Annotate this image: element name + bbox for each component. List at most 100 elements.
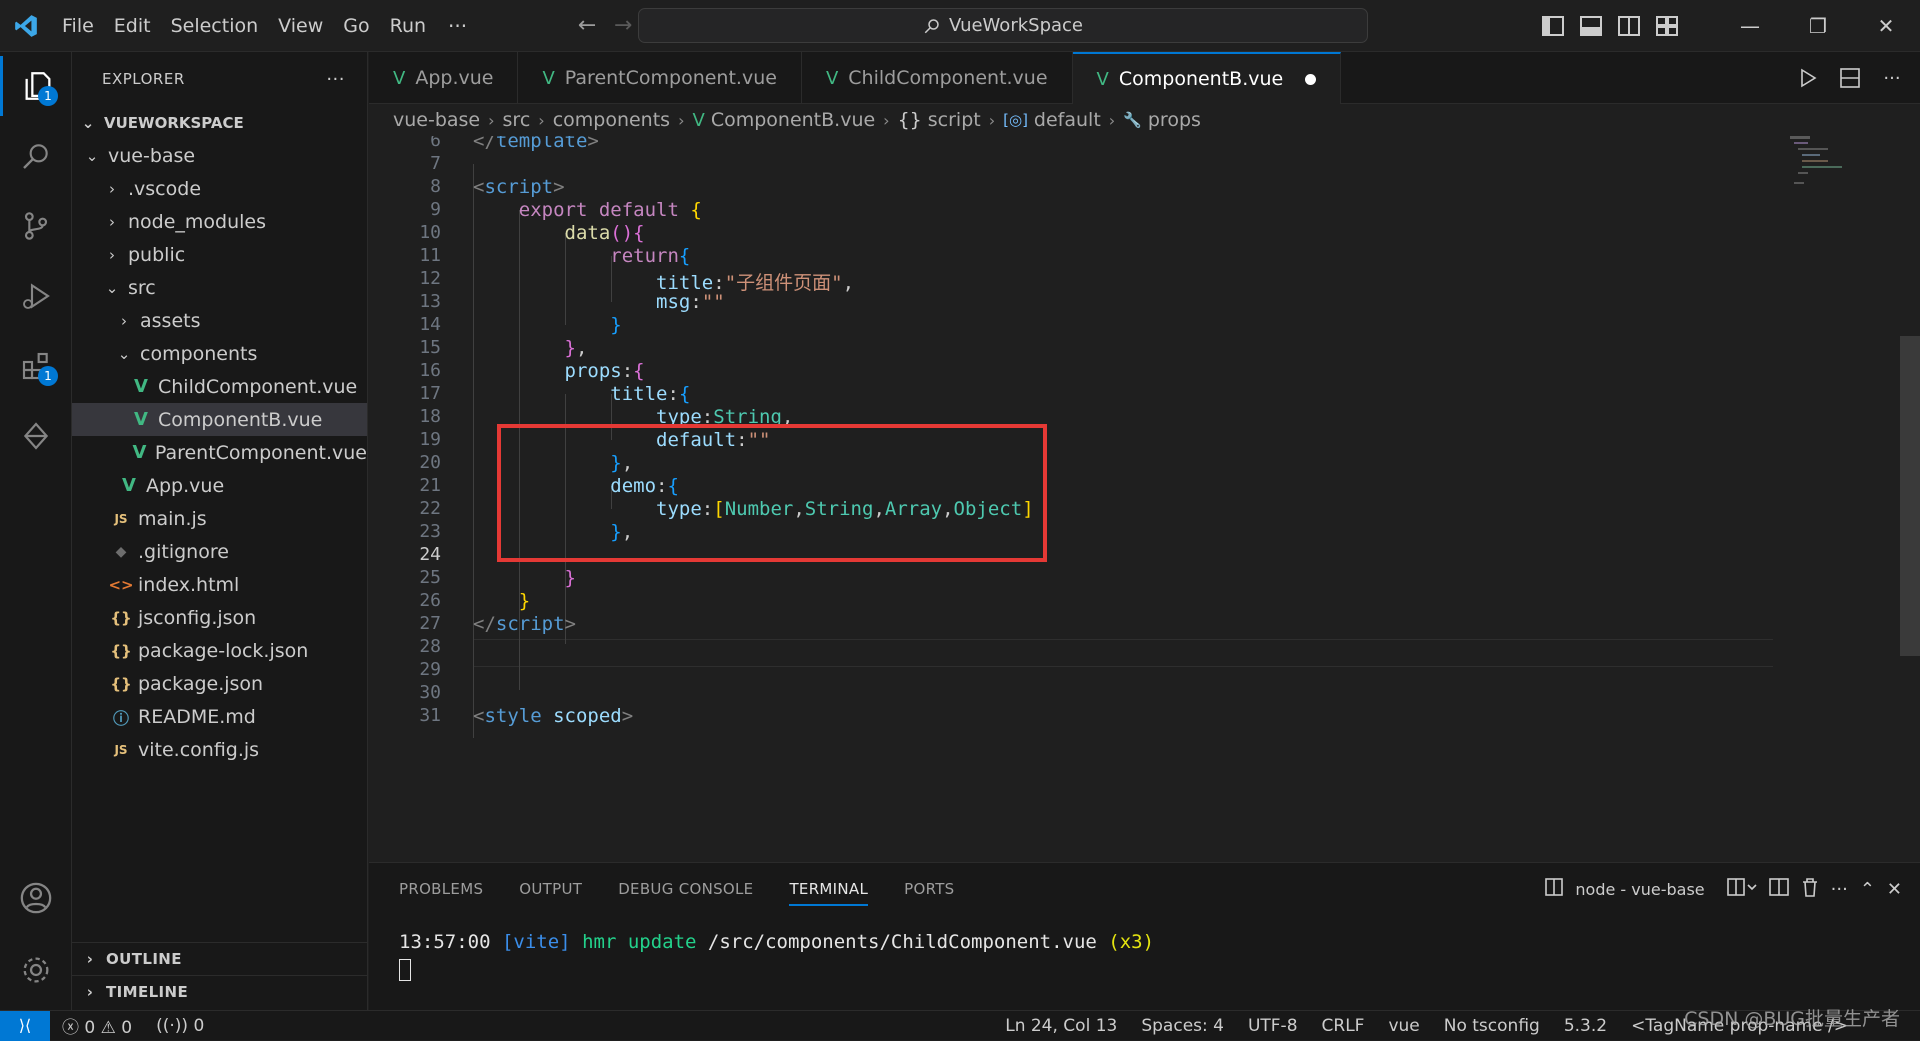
tree-item-vscode[interactable]: › .vscode	[72, 172, 367, 205]
source-control-activity[interactable]	[0, 196, 72, 256]
panel-tab-output[interactable]: OUTPUT	[519, 880, 582, 898]
breadcrumb-item[interactable]: ComponentB.vue	[711, 109, 875, 131]
code-token: props	[564, 360, 622, 382]
manage-activity[interactable]	[0, 940, 72, 1000]
editor-more-icon[interactable]: ···	[1874, 68, 1910, 89]
tree-item-index-html[interactable]: <> index.html	[72, 568, 367, 601]
tree-item-componentb-vue[interactable]: V ComponentB.vue	[72, 403, 367, 436]
panel-more-icon[interactable]: ···	[1831, 879, 1848, 900]
back-arrow-icon[interactable]: ←	[569, 13, 605, 38]
run-file-icon[interactable]	[1790, 68, 1826, 88]
encoding[interactable]: UTF-8	[1236, 1016, 1310, 1036]
trash-icon[interactable]	[1801, 877, 1819, 901]
ts-version[interactable]: 5.3.2	[1552, 1016, 1619, 1036]
tree-item-package-json[interactable]: {} package.json	[72, 667, 367, 700]
tree-item-assets[interactable]: › assets	[72, 304, 367, 337]
new-terminal-dropdown-icon[interactable]	[1726, 878, 1757, 900]
tree-item-label: node_modules	[128, 210, 267, 233]
cursor-position[interactable]: Ln 24, Col 13	[993, 1016, 1129, 1036]
indentation[interactable]: Spaces: 4	[1129, 1016, 1236, 1036]
close-window-icon[interactable]: ✕	[1852, 0, 1920, 52]
code-line: export default {	[473, 199, 702, 221]
tree-item-vue-base[interactable]: ⌄ vue-base	[72, 139, 367, 172]
ports-status[interactable]: ((·)) 0	[144, 1016, 216, 1036]
tree-item-node-modules[interactable]: › node_modules	[72, 205, 367, 238]
split-terminal-icon[interactable]	[1768, 878, 1789, 900]
tree-item-components[interactable]: ⌄ components	[72, 337, 367, 370]
panel-tab-problems[interactable]: PROBLEMS	[399, 880, 483, 898]
tree-item-childcomponent-vue[interactable]: V ChildComponent.vue	[72, 370, 367, 403]
explorer-more-button[interactable]: ···	[326, 69, 345, 90]
menu-more-button[interactable]: ···	[436, 14, 479, 38]
breadcrumb-item[interactable]: default	[1034, 109, 1101, 131]
customize-layout-icon[interactable]	[1648, 0, 1686, 52]
tree-item-src[interactable]: ⌄ src	[72, 271, 367, 304]
vertical-scrollbar[interactable]	[1900, 336, 1920, 656]
tab-childcomponent-vue[interactable]: V ChildComponent.vue	[802, 52, 1073, 104]
warning-count: 0	[121, 1018, 133, 1038]
restore-icon[interactable]: ❐	[1784, 0, 1852, 52]
tree-item-label: package.json	[138, 672, 264, 695]
menu-selection[interactable]: Selection	[161, 0, 269, 52]
menu-file[interactable]: File	[52, 0, 104, 52]
remote-explorer-activity[interactable]	[0, 406, 72, 466]
tab-app-vue[interactable]: V App.vue	[369, 52, 519, 104]
toggle-secondary-sidebar-icon[interactable]	[1610, 0, 1648, 52]
breadcrumb-item[interactable]: src	[503, 109, 531, 131]
tree-item-parentcomponent-vue[interactable]: V ParentComponent.vue	[72, 436, 367, 469]
search-activity[interactable]	[0, 126, 72, 186]
code-token: </	[473, 136, 496, 152]
panel-tab-terminal[interactable]: TERMINAL	[789, 880, 869, 906]
tree-item-package-lock-json[interactable]: {} package-lock.json	[72, 634, 367, 667]
panel-tab-debug-console[interactable]: DEBUG CONSOLE	[618, 880, 753, 898]
menu-run[interactable]: Run	[380, 0, 436, 52]
extensions-activity[interactable]: 1	[0, 336, 72, 396]
tab-parentcomponent-vue[interactable]: V ParentComponent.vue	[518, 52, 802, 104]
workspace-header[interactable]: ⌄ VUEWORKSPACE	[72, 106, 367, 139]
toggle-primary-sidebar-icon[interactable]	[1534, 0, 1572, 52]
breadcrumb-item[interactable]: vue-base	[393, 109, 480, 131]
tree-item-vite-config-js[interactable]: JS vite.config.js	[72, 733, 367, 766]
tree-item-label: README.md	[138, 705, 256, 728]
breadcrumb-item[interactable]: script	[928, 109, 981, 131]
minimap[interactable]	[1790, 136, 1850, 216]
end-of-line[interactable]: CRLF	[1310, 1016, 1377, 1036]
line-number: 16	[419, 360, 441, 381]
tree-item-jsconfig-json[interactable]: {} jsconfig.json	[72, 601, 367, 634]
breadcrumb-item[interactable]: components	[553, 109, 670, 131]
remote-indicator-icon[interactable]: ⟩⟨	[0, 1010, 50, 1041]
menu-go[interactable]: Go	[333, 0, 379, 52]
outline-section[interactable]: › OUTLINE	[72, 942, 368, 975]
run-debug-activity[interactable]	[0, 266, 72, 326]
accounts-activity[interactable]	[0, 868, 72, 928]
tree-item-label: main.js	[138, 507, 207, 530]
timeline-section[interactable]: › TIMELINE	[72, 975, 368, 1008]
tab-componentb-vue[interactable]: V ComponentB.vue	[1072, 52, 1342, 104]
command-center-search[interactable]: VueWorkSpace	[638, 8, 1368, 43]
tree-item-main-js[interactable]: JS main.js	[72, 502, 367, 535]
terminal-count: (x3)	[1108, 931, 1155, 953]
maximize-panel-icon[interactable]: ⌃	[1860, 879, 1875, 900]
tree-item-app-vue[interactable]: V App.vue	[72, 469, 367, 502]
unsaved-dot-icon[interactable]	[1305, 73, 1317, 85]
menu-view[interactable]: View	[268, 0, 333, 52]
minimize-icon[interactable]: —	[1716, 0, 1784, 52]
toggle-panel-icon[interactable]	[1572, 0, 1610, 52]
explorer-activity[interactable]: 1	[0, 56, 72, 116]
close-panel-icon[interactable]: ✕	[1887, 879, 1902, 900]
tree-item-public[interactable]: › public	[72, 238, 367, 271]
menu-edit[interactable]: Edit	[104, 0, 161, 52]
split-editor-icon[interactable]	[1832, 68, 1868, 88]
terminal-cursor[interactable]	[399, 959, 411, 981]
tsconfig-status[interactable]: No tsconfig	[1432, 1016, 1552, 1036]
breadcrumb-item[interactable]: props	[1148, 109, 1201, 131]
tree-item-readme-md[interactable]: ⓘ README.md	[72, 700, 367, 733]
chevron-right-icon: ›	[538, 110, 545, 130]
chevron-right-icon: ›	[988, 110, 996, 130]
tree-item-gitignore[interactable]: ◆ .gitignore	[72, 535, 367, 568]
language-mode[interactable]: vue	[1376, 1016, 1431, 1036]
forward-arrow-icon[interactable]: →	[605, 13, 641, 38]
problems-status[interactable]: ⓧ 0 ⚠ 0	[50, 1013, 144, 1038]
panel-tab-ports[interactable]: PORTS	[904, 880, 954, 898]
terminal-name[interactable]: node - vue-base	[1575, 880, 1704, 899]
